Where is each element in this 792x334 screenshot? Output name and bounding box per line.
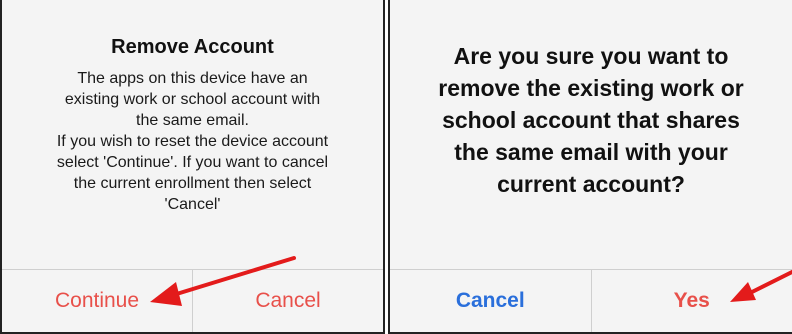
cancel-button[interactable]: Cancel <box>390 270 591 332</box>
question-line: current account? <box>497 171 685 197</box>
dialog-title: Remove Account <box>111 36 274 58</box>
message-line: the same email. <box>136 112 249 129</box>
question-line: remove the existing work or <box>438 75 744 101</box>
continue-button[interactable]: Continue <box>2 270 192 332</box>
cancel-button[interactable]: Cancel <box>192 270 383 332</box>
confirm-remove-dialog: Are you sure you want to remove the exis… <box>388 0 792 334</box>
question-line: Are you sure you want to <box>453 43 729 69</box>
message-line: 'Cancel' <box>164 196 221 213</box>
remove-account-dialog: Remove Account The apps on this device h… <box>0 0 385 334</box>
question-line: school account that shares <box>442 107 740 133</box>
confirmation-question: Are you sure you want to remove the exis… <box>398 40 784 200</box>
dialog-message: The apps on this device have an existing… <box>8 68 377 215</box>
yes-button[interactable]: Yes <box>590 270 792 332</box>
message-line: existing work or school account with <box>64 91 321 108</box>
message-line: If you wish to reset the device account <box>56 133 329 150</box>
message-line: The apps on this device have an <box>77 70 308 87</box>
dialog-button-row: Continue Cancel <box>2 269 383 332</box>
message-line: select 'Continue'. If you want to cancel <box>56 154 329 171</box>
dialog-button-row: Cancel Yes <box>390 269 792 332</box>
message-line: the current enrollment then select <box>73 175 312 192</box>
question-line: the same email with your <box>454 139 728 165</box>
